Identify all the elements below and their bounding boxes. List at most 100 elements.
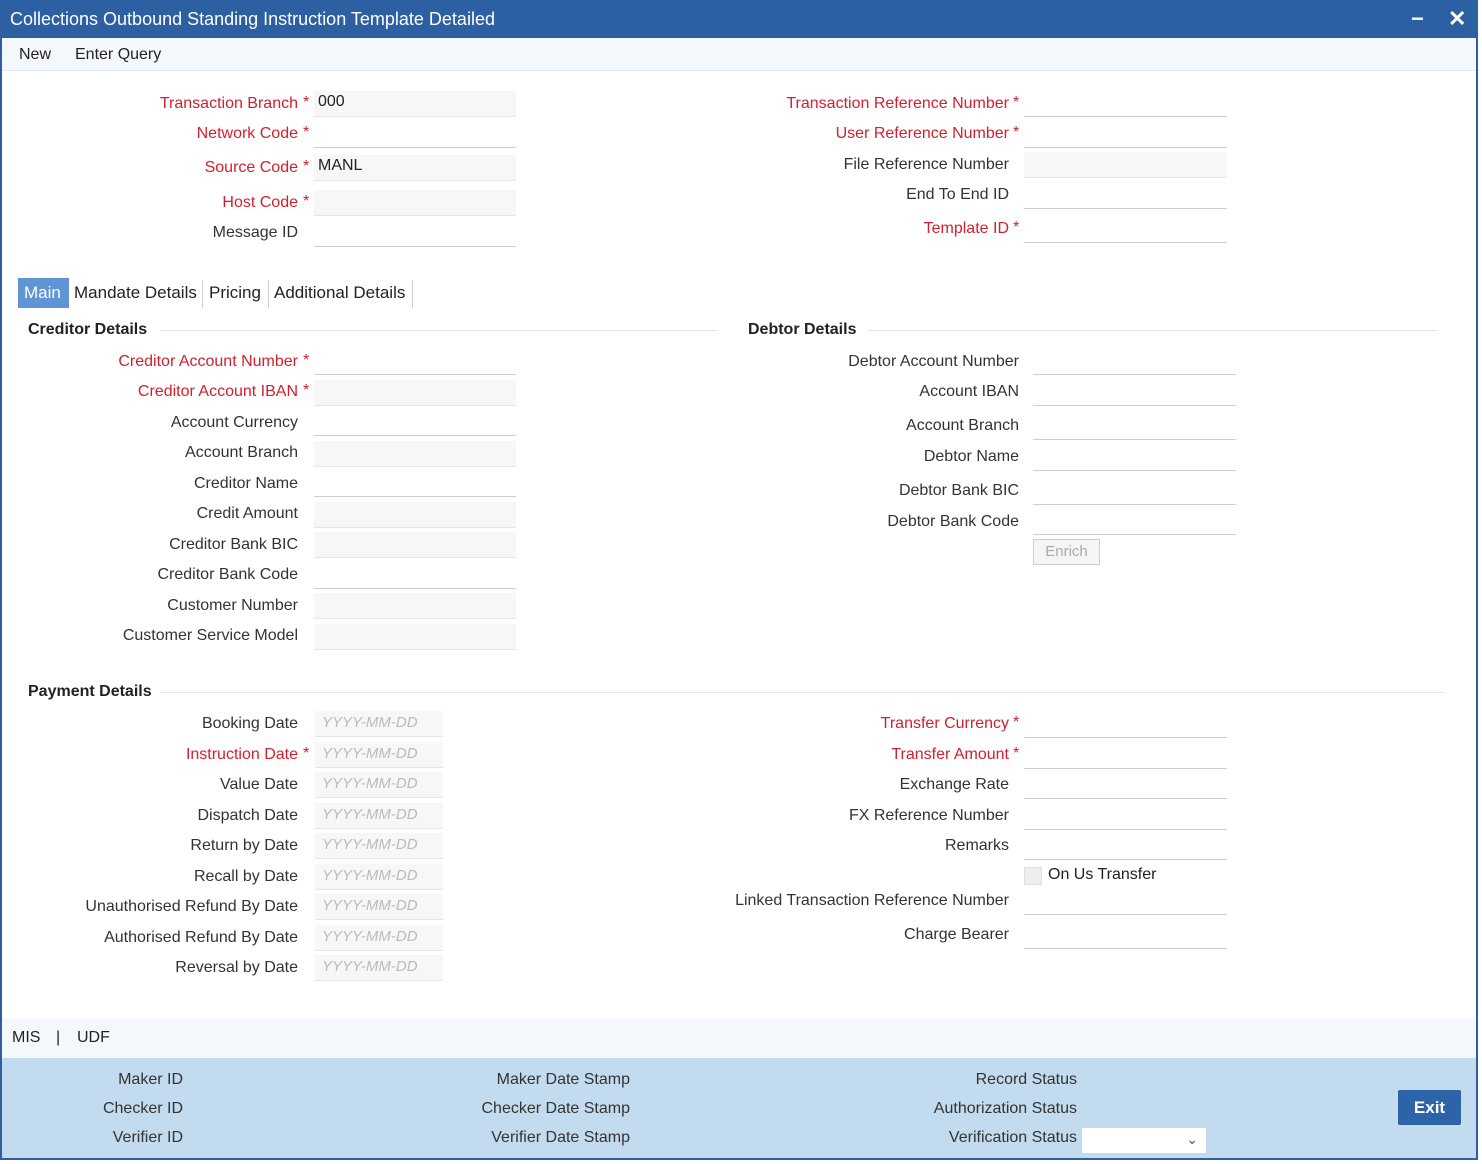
close-icon[interactable]: ✕ [1448, 6, 1466, 32]
value-date-label: Value Date [220, 776, 298, 793]
link-separator: | [56, 1029, 61, 1046]
required-mark: * [1013, 219, 1020, 236]
new-button[interactable]: New [19, 46, 51, 64]
debtor-account-iban-field[interactable] [1033, 380, 1236, 406]
exit-button[interactable]: Exit [1398, 1090, 1461, 1125]
transaction-branch-label: Transaction Branch [159, 95, 298, 112]
debtor-details-title: Debtor Details [748, 321, 857, 338]
host-code-field[interactable] [314, 190, 516, 216]
charge-bearer-field[interactable] [1024, 923, 1227, 949]
required-mark: * [1013, 745, 1020, 762]
minimize-icon[interactable]: − [1411, 6, 1424, 32]
creditor-bank-code-field[interactable] [314, 563, 516, 589]
tab-main[interactable]: Main [18, 278, 69, 308]
on-us-transfer-checkbox[interactable] [1024, 867, 1042, 885]
tab-divider [202, 280, 203, 308]
creditor-account-number-field[interactable] [314, 349, 516, 375]
instruction-date-field[interactable]: YYYY-MM-DD [315, 742, 443, 768]
debtor-account-branch-label: Account Branch [906, 417, 1019, 434]
checker-id-label: Checker ID [102, 1100, 183, 1117]
udf-link[interactable]: UDF [77, 1029, 110, 1047]
template-id-field[interactable] [1024, 217, 1227, 243]
value-date-field[interactable]: YYYY-MM-DD [315, 772, 443, 798]
transfer-amount-field[interactable] [1024, 743, 1227, 769]
debtor-account-branch-field[interactable] [1033, 414, 1236, 440]
required-mark: * [303, 193, 310, 210]
enter-query-button[interactable]: Enter Query [75, 46, 161, 64]
account-currency-field[interactable] [314, 410, 516, 436]
creditor-bank-bic-field[interactable] [314, 532, 516, 558]
creditor-name-label: Creditor Name [193, 475, 298, 492]
debtor-account-number-label: Debtor Account Number [848, 353, 1019, 370]
message-id-label: Message ID [212, 224, 298, 241]
source-code-field[interactable]: MANL [314, 155, 516, 181]
dispatch-date-label: Dispatch Date [197, 807, 299, 824]
host-code-label: Host Code [222, 194, 298, 211]
debtor-bank-code-field[interactable] [1033, 509, 1236, 535]
required-mark: * [1013, 94, 1020, 111]
return-by-date-label: Return by Date [190, 837, 298, 854]
creditor-account-iban-field[interactable] [314, 380, 516, 406]
audit-footer [2, 1058, 1476, 1158]
creditor-bank-code-label: Creditor Bank Code [157, 566, 298, 583]
debtor-name-field[interactable] [1033, 445, 1236, 471]
tab-additional-details[interactable]: Additional Details [268, 278, 411, 308]
section-divider [160, 330, 718, 331]
debtor-account-iban-label: Account IBAN [919, 383, 1019, 400]
booking-date-field[interactable]: YYYY-MM-DD [315, 711, 443, 737]
remarks-field[interactable] [1024, 834, 1227, 860]
credit-amount-field[interactable] [314, 502, 516, 528]
end-to-end-id-label: End To End ID [906, 186, 1009, 203]
file-reference-number-field[interactable] [1024, 152, 1227, 178]
customer-service-model-field[interactable] [314, 624, 516, 650]
unauthorised-refund-by-date-label: Unauthorised Refund By Date [85, 898, 298, 915]
toolbar: New Enter Query [2, 38, 1476, 71]
enrich-button[interactable]: Enrich [1033, 539, 1100, 565]
creditor-details-title: Creditor Details [28, 321, 148, 338]
exchange-rate-field[interactable] [1024, 773, 1227, 799]
transaction-branch-field[interactable]: 000 [314, 91, 516, 117]
section-divider [160, 692, 1443, 693]
creditor-name-field[interactable] [314, 471, 516, 497]
end-to-end-id-field[interactable] [1024, 183, 1227, 209]
verification-status-select[interactable]: ⌄ [1081, 1127, 1207, 1154]
credit-amount-label: Credit Amount [196, 505, 298, 522]
required-mark: * [303, 158, 310, 175]
customer-number-label: Customer Number [167, 597, 298, 614]
window-title: Collections Outbound Standing Instructio… [10, 9, 495, 29]
account-branch-field[interactable] [314, 441, 516, 467]
mis-link[interactable]: MIS [12, 1029, 40, 1047]
dispatch-date-field[interactable]: YYYY-MM-DD [315, 803, 443, 829]
tab-divider [268, 280, 269, 308]
sub-screen-links: MIS | UDF [2, 1018, 1476, 1058]
authorised-refund-by-date-field[interactable]: YYYY-MM-DD [315, 925, 443, 951]
message-id-field[interactable] [314, 221, 516, 247]
reversal-by-date-label: Reversal by Date [175, 959, 298, 976]
tab-mandate-details[interactable]: Mandate Details [68, 278, 203, 308]
charge-bearer-label: Charge Bearer [904, 926, 1009, 943]
network-code-field[interactable] [314, 122, 516, 148]
linked-transaction-reference-number-field[interactable] [1024, 889, 1227, 915]
recall-by-date-field[interactable]: YYYY-MM-DD [315, 864, 443, 890]
return-by-date-field[interactable]: YYYY-MM-DD [315, 833, 443, 859]
transfer-currency-field[interactable] [1024, 712, 1227, 738]
required-mark: * [303, 382, 310, 399]
source-code-label: Source Code [204, 159, 298, 176]
debtor-bank-bic-field[interactable] [1033, 479, 1236, 505]
transaction-reference-number-field[interactable] [1024, 91, 1227, 117]
transfer-amount-label: Transfer Amount [891, 746, 1009, 763]
unauthorised-refund-by-date-field[interactable]: YYYY-MM-DD [315, 894, 443, 920]
verifier-id-label: Verifier ID [112, 1129, 183, 1146]
instruction-date-label: Instruction Date [185, 746, 298, 763]
creditor-bank-bic-label: Creditor Bank BIC [169, 536, 298, 553]
fx-reference-number-field[interactable] [1024, 804, 1227, 830]
transfer-currency-label: Transfer Currency [880, 715, 1009, 732]
tab-pricing[interactable]: Pricing [203, 278, 267, 308]
debtor-account-number-field[interactable] [1033, 349, 1236, 375]
customer-number-field[interactable] [314, 593, 516, 619]
chevron-down-icon: ⌄ [1186, 1131, 1198, 1147]
reversal-by-date-field[interactable]: YYYY-MM-DD [315, 955, 443, 981]
required-mark: * [303, 352, 310, 369]
debtor-bank-code-label: Debtor Bank Code [887, 513, 1019, 530]
user-reference-number-field[interactable] [1024, 122, 1227, 148]
